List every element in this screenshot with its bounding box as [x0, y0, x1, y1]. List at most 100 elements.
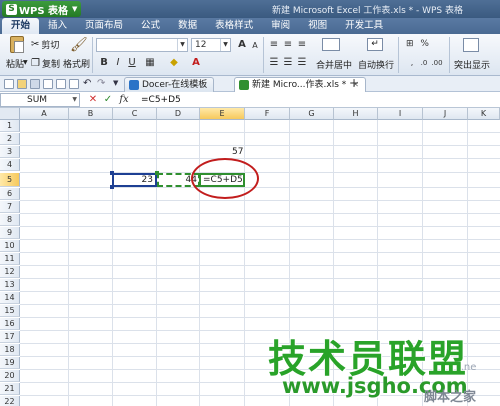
wrap-text-button[interactable]: 自动换行 — [358, 58, 394, 71]
new-file-icon[interactable] — [4, 79, 14, 89]
row-header-5[interactable]: 5 — [0, 173, 20, 187]
doc-tab-workbook[interactable]: 新建 Micro...作表.xls * ✕ — [234, 77, 366, 92]
cell-e3[interactable]: 57 — [230, 146, 245, 158]
align-bottom-icon[interactable]: ≡ — [296, 39, 308, 51]
row-header-12[interactable]: 12 — [0, 266, 20, 278]
align-left-icon[interactable]: ☰ — [268, 57, 280, 69]
column-header-f[interactable]: F — [245, 108, 290, 120]
align-middle-icon[interactable]: ≡ — [282, 39, 294, 51]
decrease-decimal-icon[interactable]: .00 — [431, 57, 443, 69]
align-center-icon[interactable]: ☰ — [282, 57, 294, 69]
row-header-2[interactable]: 2 — [0, 133, 20, 145]
increase-font-icon[interactable]: A — [236, 39, 248, 51]
column-header-h[interactable]: H — [334, 108, 378, 120]
name-box[interactable]: SUM ▼ — [0, 93, 80, 107]
title-bar: S WPS 表格 ▼ 新建 Microsoft Excel 工作表.xls * … — [0, 0, 500, 18]
row-header-10[interactable]: 10 — [0, 240, 20, 252]
thousands-icon[interactable]: , — [406, 57, 418, 69]
row-header-6[interactable]: 6 — [0, 188, 20, 200]
column-header-d[interactable]: D — [157, 108, 200, 120]
docer-icon — [129, 80, 139, 90]
save-icon[interactable] — [30, 79, 40, 89]
column-header-g[interactable]: G — [290, 108, 334, 120]
column-header-c[interactable]: C — [113, 108, 157, 120]
row-header-19[interactable]: 19 — [0, 357, 20, 369]
undo-icon[interactable]: ↶ — [83, 78, 91, 89]
align-right-icon[interactable]: ☰ — [296, 57, 308, 69]
column-header-e[interactable]: E — [200, 108, 245, 120]
column-header-b[interactable]: B — [69, 108, 113, 120]
tab-review[interactable]: 审阅 — [262, 18, 299, 34]
font-color-icon[interactable]: A — [190, 57, 202, 69]
tab-data[interactable]: 数据 — [169, 18, 206, 34]
row-header-18[interactable]: 18 — [0, 344, 20, 356]
cut-button[interactable]: ✂ 剪切 — [31, 38, 59, 51]
doc-tab-docer[interactable]: Docer-在线模板 — [124, 77, 215, 92]
number-format-select[interactable]: ⊞ % — [403, 38, 439, 52]
reference-handle[interactable] — [110, 185, 114, 189]
cancel-formula-button[interactable]: ✕ — [87, 93, 99, 107]
font-size-select[interactable]: 12 ▼ — [191, 38, 231, 52]
row-header-11[interactable]: 11 — [0, 253, 20, 265]
open-file-icon[interactable] — [17, 79, 27, 89]
tab-page-layout[interactable]: 页面布局 — [76, 18, 132, 34]
insert-function-button[interactable]: fx — [118, 93, 130, 107]
row-header-15[interactable]: 15 — [0, 305, 20, 317]
row-header-3[interactable]: 3 — [0, 146, 20, 158]
row-header-9[interactable]: 9 — [0, 227, 20, 239]
tab-table-style[interactable]: 表格样式 — [206, 18, 262, 34]
italic-icon[interactable]: I — [112, 57, 124, 69]
decrease-font-icon[interactable]: A — [249, 40, 261, 52]
gridline — [20, 291, 500, 292]
row-header-16[interactable]: 16 — [0, 318, 20, 330]
gridline — [20, 132, 500, 133]
tab-formulas[interactable]: 公式 — [132, 18, 169, 34]
underline-icon[interactable]: U — [126, 57, 138, 69]
column-header-a[interactable]: A — [20, 108, 69, 120]
row-header-13[interactable]: 13 — [0, 279, 20, 291]
tab-insert[interactable]: 插入 — [39, 18, 76, 34]
gridline — [20, 187, 500, 188]
row-header-1[interactable]: 1 — [0, 120, 20, 132]
new-tab-button[interactable]: + — [349, 76, 359, 90]
tab-developer[interactable]: 开发工具 — [336, 18, 392, 34]
row-header-8[interactable]: 8 — [0, 214, 20, 226]
row-header-21[interactable]: 21 — [0, 383, 20, 395]
gridline — [20, 252, 500, 253]
column-header-i[interactable]: I — [378, 108, 423, 120]
gridline — [20, 213, 500, 214]
formula-input[interactable]: =C5+D5 — [137, 93, 500, 107]
row-header-20[interactable]: 20 — [0, 370, 20, 382]
print-icon[interactable] — [43, 79, 53, 89]
row-header-7[interactable]: 7 — [0, 201, 20, 213]
formula-bar: SUM ▼ ✕ ✓ fx =C5+D5 — [0, 92, 500, 108]
tab-home[interactable]: 开始 — [2, 18, 40, 34]
reference-handle[interactable] — [110, 171, 114, 175]
spellcheck-icon[interactable] — [69, 79, 79, 89]
column-header-k[interactable]: K — [468, 108, 500, 120]
increase-decimal-icon[interactable]: .0 — [418, 57, 430, 69]
row-header-14[interactable]: 14 — [0, 292, 20, 304]
align-top-icon[interactable]: ≡ — [268, 39, 280, 51]
customize-chevron-icon[interactable]: ▼ — [113, 79, 118, 87]
row-header-4[interactable]: 4 — [0, 159, 20, 171]
copy-button[interactable]: ❐ 复制 — [31, 57, 60, 70]
enter-formula-button[interactable]: ✓ — [102, 93, 114, 107]
row-header-22[interactable]: 22 — [0, 396, 20, 406]
column-header-j[interactable]: J — [423, 108, 468, 120]
app-menu-button[interactable]: S WPS 表格 ▼ — [2, 1, 82, 17]
fill-color-icon[interactable]: ◆ — [168, 57, 180, 69]
bold-icon[interactable]: B — [98, 57, 110, 69]
highlight-button[interactable]: 突出显示 — [454, 58, 490, 71]
tab-view[interactable]: 视图 — [299, 18, 336, 34]
paste-button[interactable]: 粘贴 ▼ — [2, 34, 28, 74]
merge-center-button[interactable]: 合并居中 — [316, 58, 352, 71]
row-header-17[interactable]: 17 — [0, 331, 20, 343]
border-icon[interactable]: ▦ — [144, 57, 156, 69]
font-name-select[interactable]: ▼ — [96, 38, 188, 52]
print-preview-icon[interactable] — [56, 79, 66, 89]
redo-icon[interactable]: ↷ — [97, 78, 105, 89]
reference-handle[interactable] — [155, 171, 159, 175]
select-all-corner[interactable] — [0, 108, 20, 120]
format-painter-button[interactable]: 格式刷 — [63, 57, 90, 70]
